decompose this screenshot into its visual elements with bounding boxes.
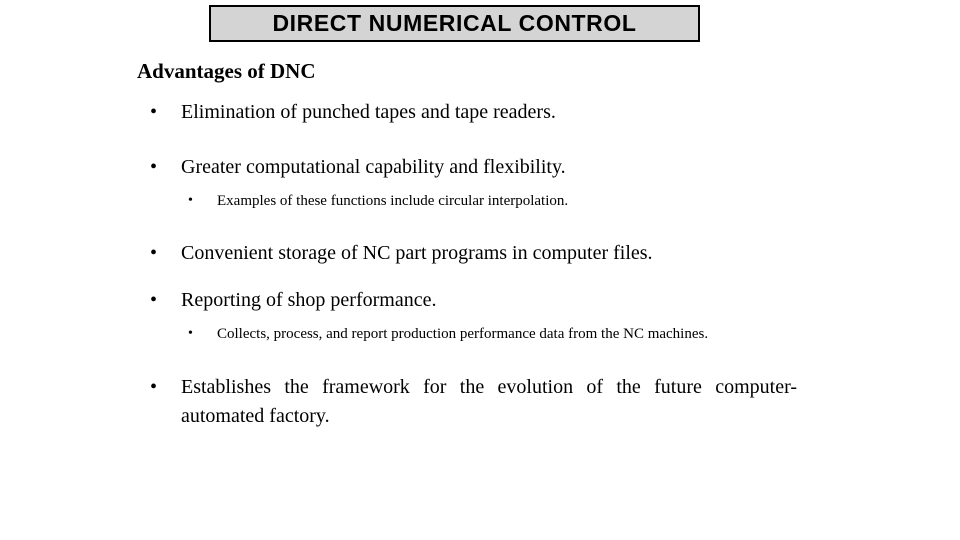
bullet-item: • Greater computational capability and f… — [0, 153, 960, 182]
bullet-marker-icon: • — [150, 375, 158, 398]
sub-bullet-text: Collects, process, and report production… — [217, 326, 709, 343]
bullet-text: Elimination of punched tapes and tape re… — [181, 101, 556, 123]
bullet-list: • Elimination of punched tapes and tape … — [0, 98, 960, 431]
sub-bullet-item: • Examples of these functions include ci… — [0, 190, 960, 213]
sub-bullet-marker-icon: • — [188, 326, 193, 342]
bullet-text: Greater computational capability and fle… — [181, 156, 566, 178]
bullet-item: • Establishes the framework for the evol… — [0, 373, 960, 431]
sub-bullet-item: • Collects, process, and report producti… — [0, 323, 960, 346]
section-heading: Advantages of DNC — [137, 59, 316, 83]
slide-title-box: DIRECT NUMERICAL CONTROL — [209, 5, 700, 42]
bullet-text: Establishes the framework for the evolut… — [181, 375, 797, 427]
sub-bullet-text: Examples of these functions include circ… — [217, 193, 569, 209]
bullet-item: • Convenient storage of NC part programs… — [0, 239, 960, 268]
bullet-marker-icon: • — [150, 242, 158, 265]
slide-canvas: DIRECT NUMERICAL CONTROL Advantages of D… — [0, 0, 960, 540]
bullet-text: Convenient storage of NC part programs i… — [181, 242, 653, 265]
bullet-marker-icon: • — [150, 289, 158, 312]
bullet-item: • Elimination of punched tapes and tape … — [0, 98, 960, 127]
bullet-marker-icon: • — [150, 101, 158, 123]
sub-bullet-marker-icon: • — [188, 193, 193, 208]
bullet-item: • Reporting of shop performance. — [0, 286, 960, 315]
bullet-text: Reporting of shop performance. — [181, 289, 437, 312]
slide-title-text: DIRECT NUMERICAL CONTROL — [272, 10, 637, 36]
bullet-marker-icon: • — [150, 156, 158, 178]
